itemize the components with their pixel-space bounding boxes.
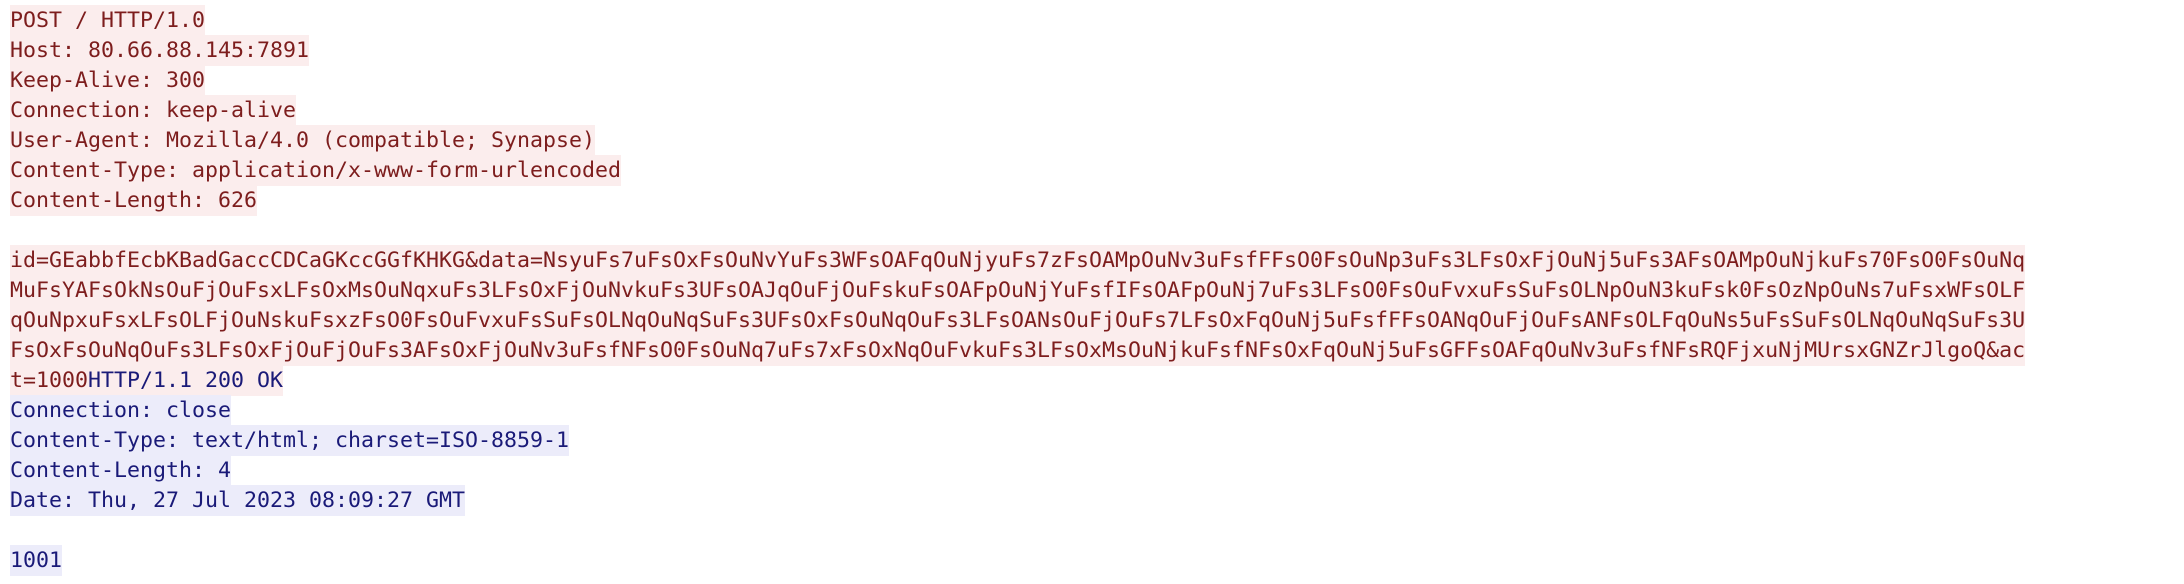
- tcp-stream-view: POST / HTTP/1.0 Host: 80.66.88.145:7891 …: [10, 5, 2180, 576]
- host-header: Host: 80.66.88.145:7891: [10, 35, 310, 66]
- request-method-line: POST / HTTP/1.0: [10, 5, 206, 36]
- keep-alive-header: Keep-Alive: 300: [10, 65, 206, 96]
- request-body-line: id=GEabbfEcbKBadGaccCDCaGKccGGfKHKG&data…: [10, 245, 2180, 276]
- response-status-line: HTTP/1.1 200 OK: [88, 365, 284, 396]
- response-body-line: 1001: [10, 545, 2180, 576]
- content-type-header: Content-Type: application/x-www-form-url…: [10, 155, 622, 186]
- request-header: Keep-Alive: 300: [10, 65, 2180, 96]
- content-length-header: Content-Length: 626: [10, 185, 258, 216]
- request-body-text: MuFsYAFsOkNsOuFjOuFsxLFsOxMsOuNqxuFs3LFs…: [10, 275, 2026, 306]
- request-body-line: qOuNpxuFsxLFsOLFjOuNskuFsxzFsO0FsOuFvxuF…: [10, 305, 2180, 336]
- request-header: User-Agent: Mozilla/4.0 (compatible; Syn…: [10, 125, 2180, 156]
- request-header: Content-Type: application/x-www-form-url…: [10, 155, 2180, 186]
- connection-header: Connection: keep-alive: [10, 95, 297, 126]
- request-body-line: FsOxFsOuNqOuFs3LFsOxFjOuFjOuFs3AFsOxFjOu…: [10, 335, 2180, 366]
- response-header: Date: Thu, 27 Jul 2023 08:09:27 GMT: [10, 485, 2180, 516]
- response-connection-header: Connection: close: [10, 395, 232, 426]
- request-line: POST / HTTP/1.0: [10, 5, 2180, 36]
- response-header: Connection: close: [10, 395, 2180, 426]
- user-agent-header: User-Agent: Mozilla/4.0 (compatible; Syn…: [10, 125, 596, 156]
- response-content-type-header: Content-Type: text/html; charset=ISO-885…: [10, 425, 570, 456]
- mixed-line: t=1000HTTP/1.1 200 OK: [10, 365, 2180, 396]
- response-body-text: 1001: [10, 545, 63, 576]
- response-content-length-header: Content-Length: 4: [10, 455, 232, 486]
- request-header: Connection: keep-alive: [10, 95, 2180, 126]
- request-body-text: FsOxFsOuNqOuFs3LFsOxFjOuFjOuFs3AFsOxFjOu…: [10, 335, 2026, 366]
- request-body-end: t=1000: [10, 365, 89, 396]
- request-header: Host: 80.66.88.145:7891: [10, 35, 2180, 66]
- response-date-header: Date: Thu, 27 Jul 2023 08:09:27 GMT: [10, 485, 466, 516]
- response-header: Content-Type: text/html; charset=ISO-885…: [10, 425, 2180, 456]
- request-body-line: MuFsYAFsOkNsOuFjOuFsxLFsOxMsOuNqxuFs3LFs…: [10, 275, 2180, 306]
- response-header: Content-Length: 4: [10, 455, 2180, 486]
- request-body-text: id=GEabbfEcbKBadGaccCDCaGKccGGfKHKG&data…: [10, 245, 2026, 276]
- request-header: Content-Length: 626: [10, 185, 2180, 216]
- request-body-text: qOuNpxuFsxLFsOLFjOuNskuFsxzFsO0FsOuFvxuF…: [10, 305, 2026, 336]
